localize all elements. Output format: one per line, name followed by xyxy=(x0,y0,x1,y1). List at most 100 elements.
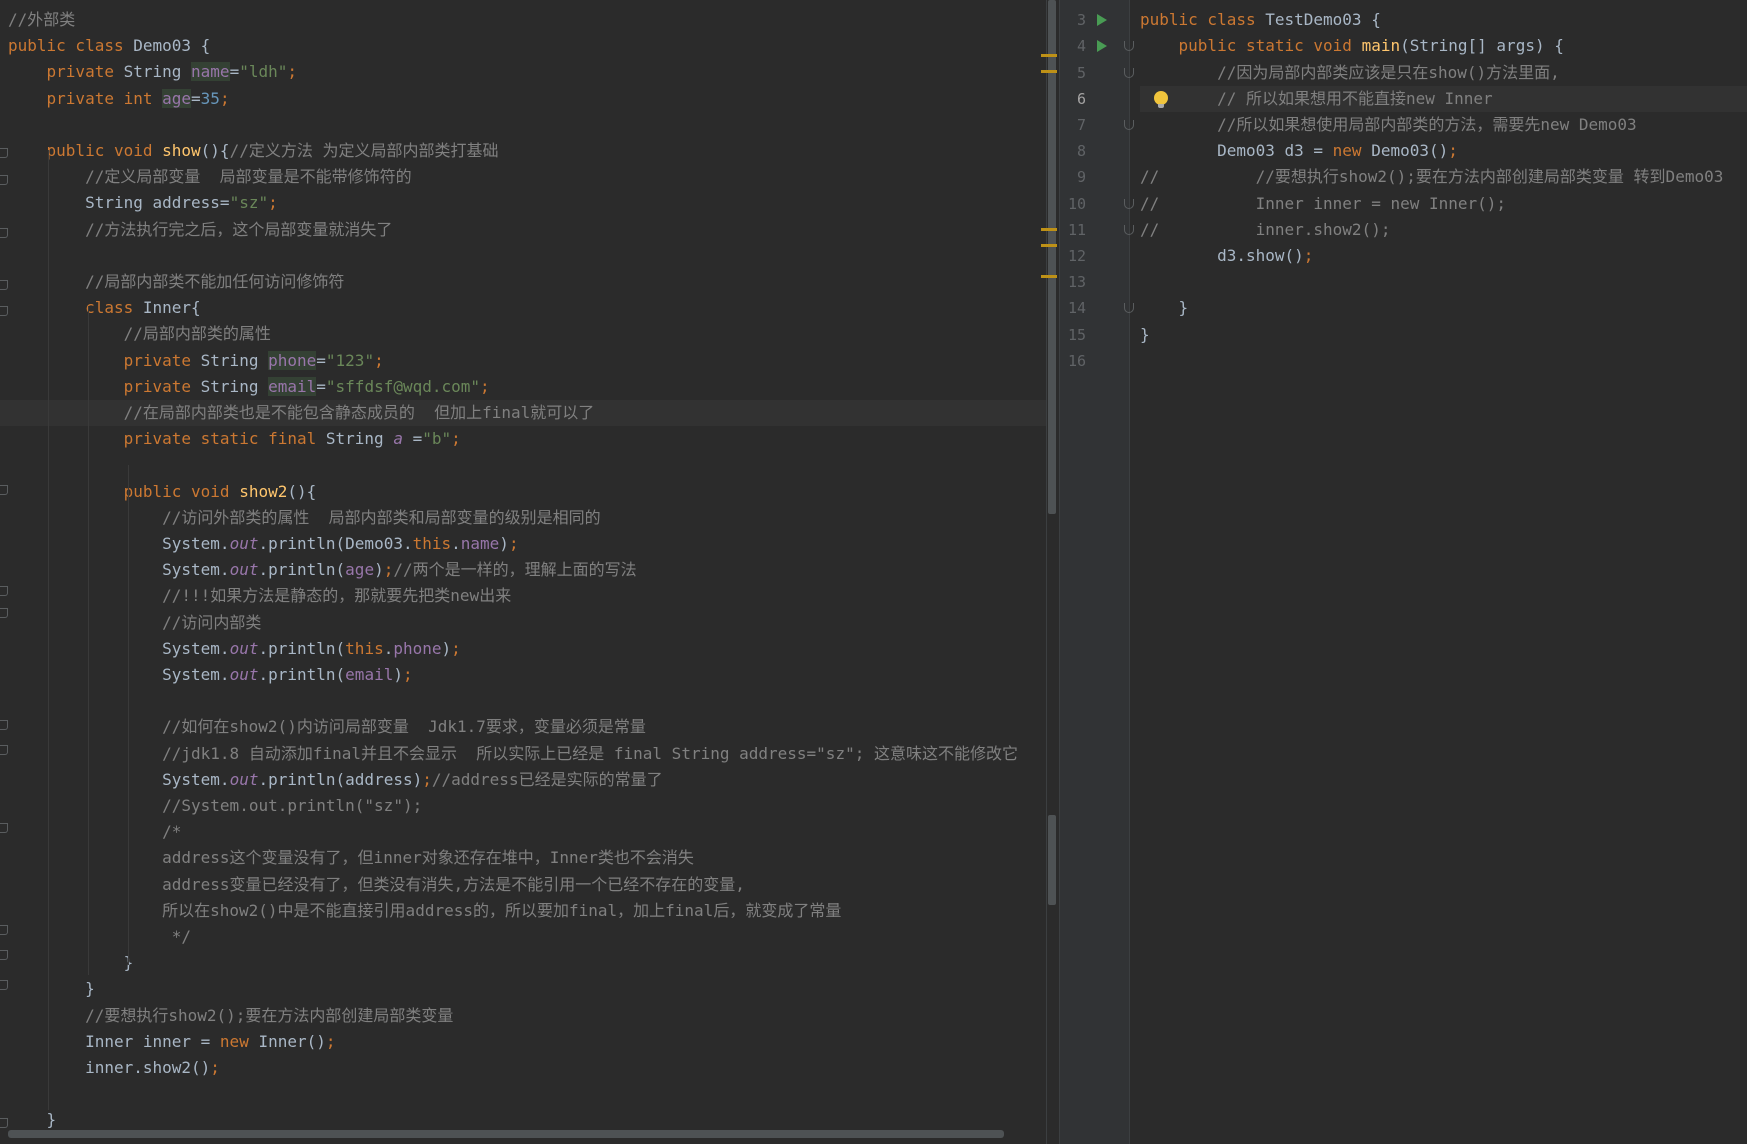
code-line[interactable]: } xyxy=(1140,322,1747,348)
fold-marker-icon[interactable] xyxy=(0,148,8,158)
code-line[interactable]: //要想执行show2();要在方法内部创建局部类变量 xyxy=(0,1003,1046,1029)
fold-marker-icon[interactable] xyxy=(0,228,8,238)
line-number[interactable]: 4 xyxy=(1060,33,1086,59)
code-line[interactable]: // //要想执行show2();要在方法内部创建局部类变量 转到Demo03 xyxy=(1140,164,1747,190)
warning-marker[interactable] xyxy=(1041,70,1057,73)
fold-marker-icon[interactable] xyxy=(0,175,8,185)
code-line[interactable]: //外部类 xyxy=(0,7,1046,33)
code-line[interactable]: //所以如果想使用局部内部类的方法，需要先new Demo03 xyxy=(1140,112,1747,138)
fold-toggle-icon[interactable] xyxy=(1124,120,1134,130)
left-horizontal-scrollbar[interactable] xyxy=(8,1130,1004,1138)
line-number[interactable]: 11 xyxy=(1060,217,1086,243)
right-editor-pane[interactable]: 2345678910111213141516 public class Test… xyxy=(1060,0,1747,1144)
code-line[interactable]: address变量已经没有了，但类没有消失,方法是不能引用一个已经不存在的变量, xyxy=(0,872,1046,898)
code-line[interactable]: //在局部内部类也是不能包含静态成员的 但加上final就可以了 xyxy=(0,400,1046,426)
code-line[interactable] xyxy=(0,112,1046,138)
code-line[interactable]: public void show(){//定义方法 为定义局部内部类打基础 xyxy=(0,138,1046,164)
fold-marker-icon[interactable] xyxy=(0,608,8,618)
code-line[interactable]: System.out.println(address);//address已经是… xyxy=(0,767,1046,793)
code-line[interactable]: //因为局部内部类应该是只在show()方法里面, xyxy=(1140,60,1747,86)
line-number[interactable]: 9 xyxy=(1060,164,1086,190)
left-editor-pane[interactable]: //外部类 public class Demo03 { private Strin… xyxy=(0,0,1046,1144)
line-number[interactable]: 7 xyxy=(1060,112,1086,138)
right-code-area[interactable]: public class TestDemo03 { public static … xyxy=(1140,0,1747,1144)
left-scroll-thumb[interactable] xyxy=(1048,0,1056,514)
code-line[interactable]: class Inner{ xyxy=(0,295,1046,321)
code-line[interactable]: private String phone="123"; xyxy=(0,348,1046,374)
fold-marker-icon[interactable] xyxy=(0,720,8,730)
code-line[interactable]: //定义局部变量 局部变量是不能带修饰符的 xyxy=(0,164,1046,190)
code-line[interactable]: //!!!如果方法是静态的，那就要先把类new出来 xyxy=(0,583,1046,609)
code-line[interactable]: System.out.println(Demo03.this.name); xyxy=(0,531,1046,557)
line-number[interactable]: 16 xyxy=(1060,348,1086,374)
run-gutter-icon[interactable] xyxy=(1097,14,1107,27)
fold-marker-icon[interactable] xyxy=(0,280,8,290)
code-line[interactable]: //jdk1.8 自动添加final并且不会显示 所以实际上已经是 final … xyxy=(0,741,1046,767)
fold-toggle-icon[interactable] xyxy=(1124,303,1134,314)
left-scroll-thumb-lower[interactable] xyxy=(1048,815,1056,905)
fold-marker-icon[interactable] xyxy=(0,925,8,935)
code-line[interactable]: //访问外部类的属性 局部内部类和局部变量的级别是相同的 xyxy=(0,505,1046,531)
code-line[interactable]: } xyxy=(0,950,1046,976)
code-line[interactable]: //方法执行完之后，这个局部变量就消失了 xyxy=(0,217,1046,243)
line-number[interactable]: 5 xyxy=(1060,60,1086,86)
code-line[interactable] xyxy=(0,688,1046,714)
code-line[interactable] xyxy=(1140,0,1747,7)
code-line[interactable]: public static void main(String[] args) { xyxy=(1140,33,1747,59)
line-number[interactable]: 14 xyxy=(1060,295,1086,321)
lightbulb-icon[interactable] xyxy=(1154,90,1168,108)
left-vertical-scrollbar[interactable] xyxy=(1048,0,1056,1120)
warning-marker[interactable] xyxy=(1041,54,1057,57)
fold-toggle-icon[interactable] xyxy=(1124,224,1134,235)
fold-toggle-icon[interactable] xyxy=(1124,67,1134,78)
fold-marker-icon[interactable] xyxy=(0,306,8,316)
code-line[interactable]: // Inner inner = new Inner(); xyxy=(1140,191,1747,217)
code-line[interactable]: public class Demo03 { xyxy=(0,33,1046,59)
code-line[interactable]: } xyxy=(0,976,1046,1002)
code-line[interactable]: //局部内部类的属性 xyxy=(0,321,1046,347)
code-line[interactable]: // 所以如果想用不能直接new Inner xyxy=(1140,85,1747,112)
fold-marker-icon[interactable] xyxy=(0,823,8,833)
code-line[interactable]: String address="sz"; xyxy=(0,190,1046,216)
line-number[interactable]: 2 xyxy=(1060,0,1086,7)
code-line[interactable]: //如何在show2()内访问局部变量 Jdk1.7要求，变量必须是常量 xyxy=(0,714,1046,740)
code-line[interactable]: */ xyxy=(0,924,1046,950)
code-line[interactable]: //System.out.println("sz"); xyxy=(0,793,1046,819)
code-line[interactable]: //局部内部类不能加任何访问修饰符 xyxy=(0,269,1046,295)
code-line[interactable]: //访问内部类 xyxy=(0,610,1046,636)
code-line[interactable]: public void show2(){ xyxy=(0,479,1046,505)
code-line[interactable]: } xyxy=(1140,295,1747,321)
code-line[interactable]: address这个变量没有了，但inner对象还存在堆中，Inner类也不会消失 xyxy=(0,845,1046,871)
code-line[interactable]: Inner inner = new Inner(); xyxy=(0,1029,1046,1055)
fold-marker-icon[interactable] xyxy=(0,980,8,990)
line-number[interactable]: 6 xyxy=(1060,86,1086,112)
run-gutter-icon[interactable] xyxy=(1097,40,1107,53)
line-number[interactable]: 10 xyxy=(1060,191,1086,217)
fold-marker-icon[interactable] xyxy=(0,586,8,596)
code-line[interactable]: System.out.println(email); xyxy=(0,662,1046,688)
line-number[interactable]: 12 xyxy=(1060,243,1086,269)
warning-marker[interactable] xyxy=(1041,228,1057,231)
fold-marker-icon[interactable] xyxy=(0,950,8,960)
code-line[interactable]: private static final String a ="b"; xyxy=(0,426,1046,452)
code-line[interactable]: 所以在show2()中是不能直接引用address的，所以要加final，加上f… xyxy=(0,898,1046,924)
code-line[interactable]: d3.show(); xyxy=(1140,243,1747,269)
fold-toggle-icon[interactable] xyxy=(1124,41,1134,52)
line-number[interactable]: 13 xyxy=(1060,269,1086,295)
fold-marker-icon[interactable] xyxy=(0,1118,8,1128)
code-line[interactable]: private int age=35; xyxy=(0,86,1046,112)
code-line[interactable] xyxy=(1140,269,1747,295)
line-number[interactable]: 15 xyxy=(1060,322,1086,348)
warning-marker[interactable] xyxy=(1041,275,1057,278)
code-line[interactable]: // inner.show2(); xyxy=(1140,217,1747,243)
code-line[interactable]: Demo03 d3 = new Demo03(); xyxy=(1140,138,1747,164)
code-line[interactable]: private String email="sffdsf@wqd.com"; xyxy=(0,374,1046,400)
code-line[interactable]: inner.show2(); xyxy=(0,1055,1046,1081)
code-line[interactable] xyxy=(0,243,1046,269)
code-line[interactable]: private String name="ldh"; xyxy=(0,59,1046,85)
code-line[interactable]: System.out.println(this.phone); xyxy=(0,636,1046,662)
code-line[interactable] xyxy=(0,1081,1046,1107)
fold-toggle-icon[interactable] xyxy=(1124,198,1134,209)
code-line[interactable]: System.out.println(age);//两个是一样的，理解上面的写法 xyxy=(0,557,1046,583)
code-line[interactable] xyxy=(0,452,1046,478)
